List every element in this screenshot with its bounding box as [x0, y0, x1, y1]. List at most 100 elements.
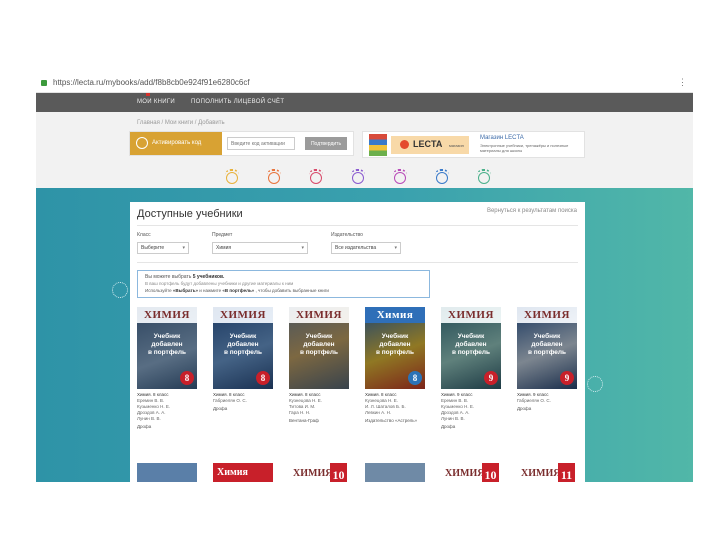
added-overlay-text: Учебник добавлен в портфель	[527, 333, 567, 356]
book-authors: Кузнецова Н. Е. И. Л. Шаталов Б. Б. Левкин…	[365, 398, 406, 415]
kid-face-icon	[222, 169, 242, 189]
book-cover[interactable]: ХИМИЯ Учебник добавлен в портфель	[289, 307, 349, 389]
book-authors: Габриелян О. С.	[517, 398, 551, 403]
confirm-button[interactable]: Подтвердить	[305, 137, 347, 150]
book-card[interactable]: Химия	[213, 463, 273, 482]
notice-text: Используйте	[145, 288, 172, 293]
book-publisher: Вентана-Граф	[289, 418, 319, 423]
notice-line-1: Вы можете выбрать 5 учебников.	[145, 274, 224, 280]
site-nav: МОИ КНИГИ ПОПОЛНИТЬ ЛИЦЕВОЙ СЧЁТ	[36, 93, 693, 112]
breadcrumb: Главная / Мои книги / Добавить	[137, 120, 225, 126]
decor-right-icon	[587, 376, 603, 392]
book-meta: Химия. 8 класс Кузнецова Н. Е. Титова И. …	[289, 392, 349, 424]
cover-title: Химия	[213, 463, 273, 482]
browser-screenshot: https://lecta.ru/mybooks/add/f8b8cb0e924…	[36, 74, 693, 482]
book-card[interactable]: ХИМИЯ Учебник добавлен в портфель 9 Химия.…	[517, 307, 577, 412]
filter-publisher-select[interactable]: Все издательства ▾	[331, 242, 401, 254]
book-card[interactable]	[137, 463, 197, 482]
url-text[interactable]: https://lecta.ru/mybooks/add/f8b8cb0e924…	[53, 78, 250, 87]
book-authors: Габриелян О. С.	[213, 398, 247, 403]
filter-grade-value: Выберите	[141, 245, 165, 251]
cover-title: ХИМИЯ	[441, 307, 501, 323]
decor-left-icon	[112, 282, 128, 298]
logo-sub: магазин	[449, 143, 464, 148]
banner-title[interactable]: Магазин LECTA	[480, 135, 524, 141]
added-overlay-text: Учебник добавлен в портфель	[147, 333, 187, 356]
cover-title: ХИМИЯ	[289, 307, 349, 323]
cover-title: ХИМИЯ	[213, 307, 273, 323]
chevron-down-icon: ▾	[182, 245, 185, 251]
logo-text: LECTA	[413, 139, 443, 149]
lecta-logo-icon	[400, 140, 409, 149]
book-cover[interactable]: ХИМИЯ Учебник добавлен в портфель 9	[517, 307, 577, 389]
book-card[interactable]: ХИМИЯ Учебник добавлен в портфель 8 Химия.…	[137, 307, 197, 430]
book-card[interactable]: ХИМИЯ Учебник добавлен в портфель 8 Химия.…	[213, 307, 273, 412]
book-meta: Химия. 8 класс Еремин В. В. Кузьменко Н. …	[137, 392, 197, 430]
divider	[137, 262, 578, 263]
back-to-results-link[interactable]: Вернуться к результатам поиска	[487, 208, 577, 214]
book-card[interactable]: ХИМИЯ 11	[517, 463, 577, 482]
book-meta: Химия. 8 класс Габриелян О. С. Дрофа	[213, 392, 273, 412]
filter-subject-label: Предмет	[212, 232, 233, 238]
book-cover[interactable]: Химия Учебник добавлен в портфель 8	[365, 307, 425, 389]
active-indicator	[146, 93, 150, 96]
activation-code-input[interactable]	[227, 137, 295, 150]
filter-grade-label: Класс	[137, 232, 151, 238]
grade-badge: 8	[408, 371, 422, 385]
browser-menu-icon[interactable]: ⋮	[678, 77, 687, 88]
book-card[interactable]: ХИМИЯ Учебник добавлен в портфель 9 Химия.…	[441, 307, 501, 430]
activate-label: Активировать код	[152, 140, 202, 146]
book-cover[interactable]: ХИМИЯ Учебник добавлен в портфель 8	[213, 307, 273, 389]
books-illustration	[369, 134, 387, 156]
notice-line-2: В ваш портфель будут добавлены учебники …	[145, 281, 294, 286]
grade-badge: 8	[180, 371, 194, 385]
notice-text: и нажмите	[199, 288, 222, 293]
catalog-title: Доступные учебники	[137, 208, 243, 220]
book-authors: Кузнецова Н. Е. Титова И. М. Гара Н. Н.	[289, 398, 323, 415]
book-publisher: Дрофа	[137, 424, 152, 429]
cover-title: Химия	[365, 307, 425, 323]
book-authors: Еремин В. В. Кузьменко Н. Е. Дроздов А. А.…	[137, 398, 171, 421]
grade-badge: 9	[560, 371, 574, 385]
divider	[137, 225, 578, 226]
added-overlay-text: Учебник добавлен в портфель	[223, 333, 263, 356]
book-publisher: Дрофа	[441, 424, 456, 429]
book-publisher: Дрофа	[517, 406, 532, 411]
kid-face-icon	[474, 169, 494, 189]
nav-top-up[interactable]: ПОПОЛНИТЬ ЛИЦЕВОЙ СЧЁТ	[191, 99, 284, 105]
selection-notice: Вы можете выбрать 5 учебников. В ваш пор…	[137, 270, 430, 298]
kid-face-icon	[306, 169, 326, 189]
notice-portfolio-hint: «В портфель»	[222, 288, 255, 293]
notice-text: , чтобы добавить выбранные книги	[255, 288, 329, 293]
store-banner[interactable]: LECTA магазин Магазин LECTA Электронные …	[362, 131, 585, 158]
grade-badge: 8	[256, 371, 270, 385]
book-cover[interactable]: ХИМИЯ Учебник добавлен в портфель 8	[137, 307, 197, 389]
book-card[interactable]	[365, 463, 425, 482]
nav-my-books[interactable]: МОИ КНИГИ	[137, 99, 175, 105]
filter-publisher-label: Издательство	[331, 232, 363, 238]
grade-badge: 10	[482, 463, 499, 482]
book-card[interactable]: Химия Учебник добавлен в портфель 8 Химия.…	[365, 307, 425, 424]
kid-face-icon	[432, 169, 452, 189]
filter-subject-select[interactable]: Химия ▾	[212, 242, 308, 254]
notice-select-hint: «Выбрать»	[172, 288, 198, 293]
book-card[interactable]: ХИМИЯ Учебник добавлен в портфель Химия. 8…	[289, 307, 349, 424]
filter-grade-select[interactable]: Выберите ▾	[137, 242, 189, 254]
address-bar[interactable]: https://lecta.ru/mybooks/add/f8b8cb0e924…	[36, 74, 693, 93]
book-card[interactable]: ХИМИЯ 10	[289, 463, 349, 482]
notice-line-3: Используйте «Выбрать» и нажмите «В портф…	[145, 288, 329, 293]
kid-face-icon	[390, 169, 410, 189]
added-overlay-text: Учебник добавлен в портфель	[375, 333, 415, 356]
kids-illustration	[222, 169, 522, 191]
filter-subject-value: Химия	[216, 245, 232, 251]
lecta-logo: LECTA магазин	[391, 136, 469, 154]
grade-badge: 10	[330, 463, 347, 482]
book-cover[interactable]: ХИМИЯ Учебник добавлен в портфель 9	[441, 307, 501, 389]
filter-publisher-value: Все издательства	[335, 245, 377, 251]
cover-title: ХИМИЯ	[517, 307, 577, 323]
added-overlay-text: Учебник добавлен в портфель	[299, 333, 339, 356]
book-card[interactable]: ХИМИЯ 10	[441, 463, 501, 482]
activate-code-button[interactable]: Активировать код	[130, 132, 222, 155]
book-meta: Химия. 8 класс Кузнецова Н. Е. И. Л. Шата…	[365, 392, 425, 424]
catalog-panel: Доступные учебники Вернуться к результат…	[130, 202, 585, 482]
